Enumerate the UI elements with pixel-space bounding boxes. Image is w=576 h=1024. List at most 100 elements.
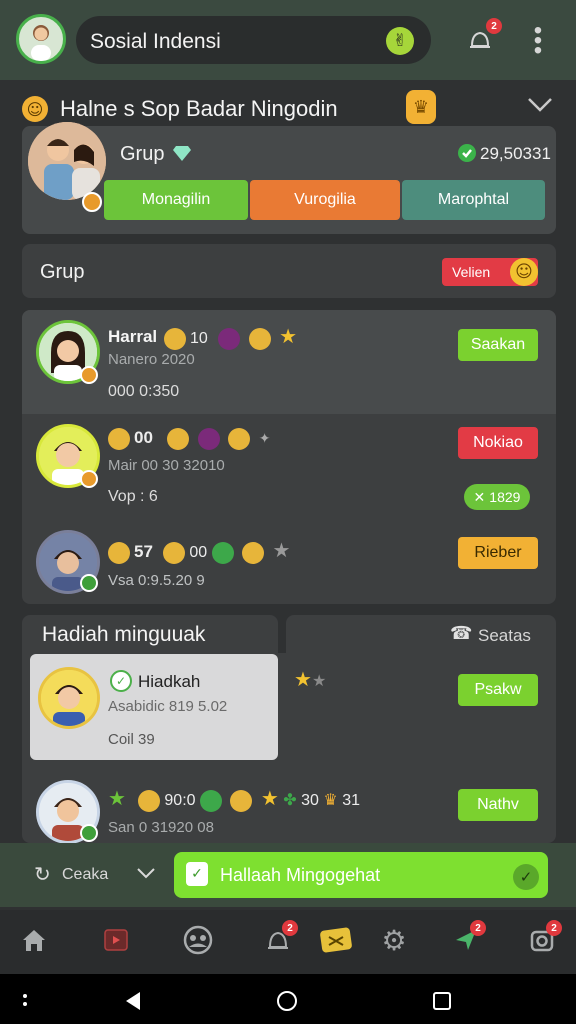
rating-stars: ★★ — [294, 666, 326, 692]
member-stats: 57 00 ★ — [108, 538, 290, 564]
recents-square-icon[interactable] — [432, 991, 452, 1011]
clover-icon — [199, 789, 222, 812]
member-meta: Vop : 6 — [108, 488, 158, 505]
star-icon: ✦ — [258, 430, 271, 447]
wink-face-icon: ☺ — [510, 258, 538, 286]
member-name: 57 — [134, 542, 153, 561]
gift-action-button[interactable]: Psakw — [458, 674, 538, 706]
purple-gem-icon — [197, 428, 220, 450]
coin-icon — [164, 327, 186, 350]
app-title: Sosial Indensi — [90, 30, 221, 53]
star-icon: ★ — [279, 326, 298, 348]
bell-badge: 2 — [282, 920, 298, 936]
smile-coin-icon — [230, 789, 253, 812]
badge-coin-icon — [108, 428, 130, 450]
member-subtitle: Nanero 2020 — [108, 351, 195, 368]
smile-coin-icon — [248, 327, 271, 350]
featured-avatar-badge — [82, 192, 102, 212]
member-avatar-badge — [80, 574, 98, 592]
notification-count: 2 — [486, 18, 502, 34]
back-icon[interactable] — [122, 990, 144, 1012]
pin-badge: 2 — [470, 920, 486, 936]
member-avatar-badge — [80, 470, 98, 488]
member-stat-value: 00 — [189, 544, 208, 561]
star-icon: ★ — [272, 540, 291, 562]
gift-row-avatar-badge — [80, 824, 98, 842]
featured-title: Halne s Sop Badar Ningodin — [60, 96, 338, 121]
member-subtitle: Vsa 0:9.5.20 9 — [108, 572, 205, 589]
system-menu-dots-icon[interactable] — [22, 992, 28, 1008]
star-icon: ★ — [260, 788, 279, 810]
refresh-icon: ↻ — [34, 864, 51, 886]
group-section-title: Grup — [40, 261, 85, 283]
confirm-check-icon[interactable]: ✓ — [513, 864, 539, 890]
score-icon: ✕ — [473, 488, 486, 505]
gift-row-button[interactable]: Nathv — [458, 789, 538, 821]
ticket-icon[interactable] — [318, 922, 354, 958]
smile-coin-icon — [138, 789, 161, 812]
member-score: 1829 — [489, 489, 521, 505]
camera-badge: 2 — [546, 920, 562, 936]
clover-icon — [211, 541, 234, 564]
phone-icon: ☎ — [450, 623, 473, 643]
points-value: 29,50331 — [480, 144, 551, 163]
smile-coin-icon — [228, 428, 251, 450]
video-icon[interactable] — [98, 922, 134, 958]
gift-row-stats: ★ 90:0 ★ ✤ 30 ♛ 31 — [108, 786, 360, 812]
left-dropdown-label[interactable]: Ceaka — [62, 866, 108, 884]
people-icon[interactable] — [180, 922, 216, 958]
crown-icon: ♛ — [323, 792, 338, 809]
profile-avatar[interactable] — [16, 14, 66, 64]
marophtal-button[interactable]: Marophtal — [402, 180, 545, 220]
primary-action-label: Hallaah Mingogehat — [220, 865, 381, 885]
notifications-bell-icon[interactable]: 2 — [466, 18, 502, 54]
smile-icon: ☺ — [22, 96, 48, 122]
member-name: Harral — [108, 327, 158, 346]
clover-small-icon: ✤ — [283, 792, 297, 809]
coin-icon — [163, 541, 186, 564]
gear-icon[interactable]: ⚙ — [376, 922, 412, 958]
group-label: Grup — [120, 143, 165, 165]
gift-meta: Coil 39 — [108, 731, 155, 748]
gifts-other-label: Seatas — [478, 626, 531, 645]
gift-row-stat3: 31 — [342, 792, 360, 809]
collapse-chevron-icon[interactable] — [527, 96, 553, 114]
gift-row-stat2: 30 — [301, 792, 319, 809]
vurogilia-button[interactable]: Vurogilia — [250, 180, 400, 220]
document-check-icon: ✓ — [186, 862, 208, 886]
member-subtitle: Mair 00 30 32010 — [108, 457, 225, 474]
points-coin-icon — [456, 142, 478, 164]
bell-icon[interactable]: 2 — [260, 920, 298, 958]
key-coin-icon — [108, 541, 130, 564]
member-stats: 10 ★ — [164, 324, 297, 350]
member-meta: 000 0:350 — [108, 383, 180, 400]
shield-coin-icon — [167, 428, 190, 450]
member-stat-value: 10 — [190, 330, 208, 347]
trophy-icon: ♛ — [406, 90, 436, 124]
home-circle-icon[interactable] — [276, 990, 298, 1012]
member-name: 00 — [134, 428, 153, 448]
camera-icon[interactable]: 2 — [524, 920, 562, 958]
gift-avatar[interactable] — [38, 667, 100, 729]
home-icon[interactable] — [16, 922, 52, 958]
gift-row-stat1: 90:0 — [164, 792, 196, 809]
smile-coin-icon — [242, 541, 265, 564]
more-menu-icon[interactable]: • • • — [530, 19, 546, 63]
star-icon: ★ — [294, 669, 312, 691]
member-action-button[interactable]: Nokiao — [458, 427, 538, 459]
gift-row-subtitle: San 0 31920 08 — [108, 819, 214, 836]
member-stats: 00 ✦ — [108, 428, 270, 450]
star-empty-icon: ★ — [311, 673, 327, 690]
member-action-button[interactable]: Rieber — [458, 537, 538, 569]
member-score-button[interactable]: ✕ 1829 — [464, 484, 530, 510]
group-action-label: Velien — [452, 264, 491, 280]
diamond-icon — [172, 144, 192, 162]
pin-icon[interactable]: 2 — [448, 920, 486, 958]
status-badge-icon[interactable]: ✌ — [386, 27, 414, 55]
gift-subtitle: Asabidic 819 5.02 — [108, 698, 228, 715]
star-icon: ★ — [108, 788, 126, 810]
monagilin-button[interactable]: Monagilin — [104, 180, 248, 220]
family-photo-avatar[interactable] — [28, 122, 106, 200]
chevron-down-icon[interactable] — [136, 866, 156, 880]
member-action-button[interactable]: Saakan — [458, 329, 538, 361]
